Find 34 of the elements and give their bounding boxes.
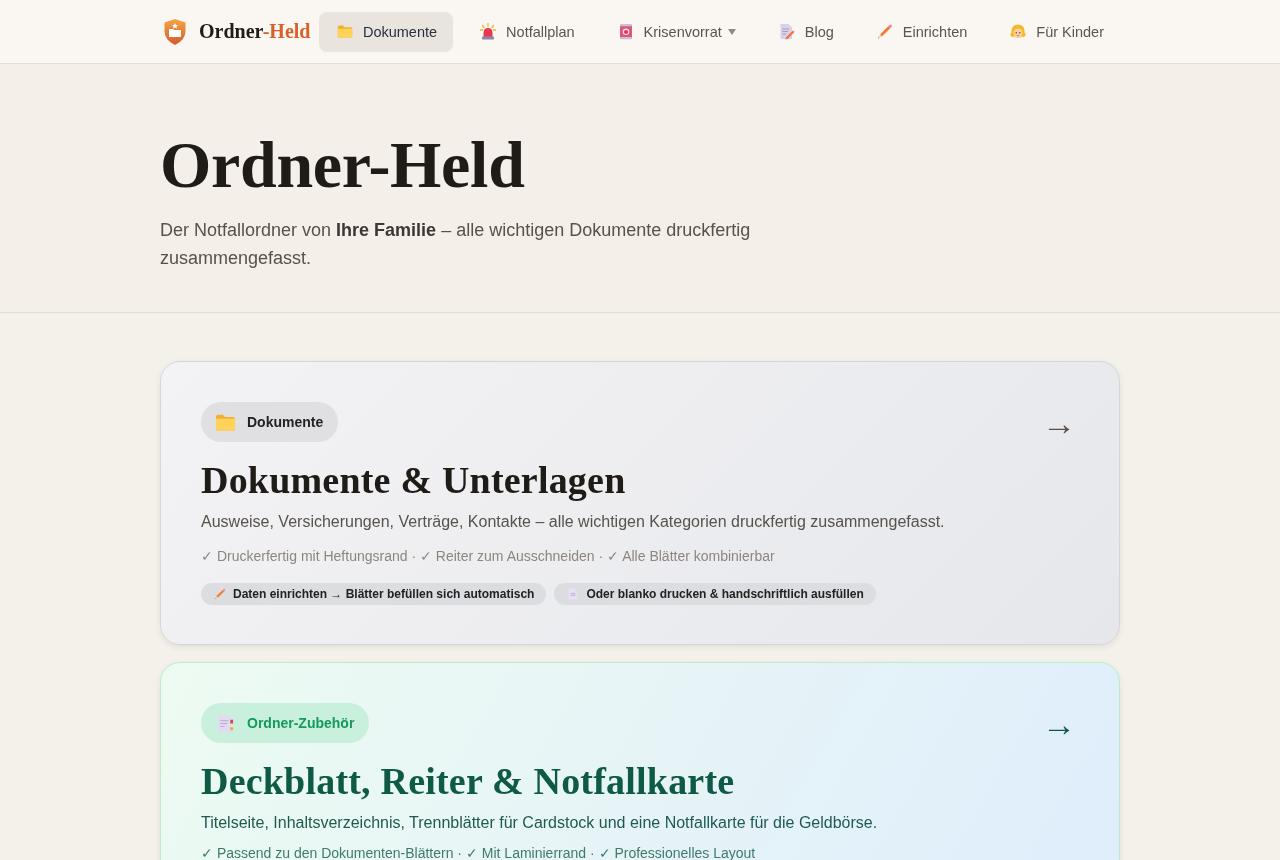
folder-icon <box>215 412 236 432</box>
page-title: Ordner-Held <box>160 130 526 200</box>
arrow-glyph: → <box>1042 707 1076 741</box>
arrow-glyph: → <box>1042 406 1076 440</box>
category-card[interactable] <box>160 361 1120 645</box>
page-icon <box>567 588 580 600</box>
folder-icon <box>336 23 353 40</box>
nav-link[interactable]: Einrichten <box>858 11 984 52</box>
nav-link[interactable]: Blog <box>760 11 850 52</box>
card-title: Dokumente & Unterlagen <box>201 458 627 503</box>
feature-list: ✓ Passend zu den Dokumenten-Blättern · ✓ Mit Laminierrand · ✓ Professionelles Layout <box>201 843 1076 860</box>
nav-link[interactable]: Dokumente <box>318 11 454 52</box>
nav-link[interactable]: Krisenvorrat <box>599 11 752 52</box>
can-icon <box>617 23 634 40</box>
card-description: Titelseite, Inhaltsverzeichnis, Trennblätter für Cardstock und eine Notfallkarte für die Geldbörse. <box>201 813 879 833</box>
category-label: Ordner-Zubehör <box>247 715 355 731</box>
tag-text: Oder blanko drucken & handschriftlich ausfüllen <box>586 587 864 601</box>
category-card[interactable] <box>160 662 1120 860</box>
feature-list: ✓ Druckerfertig mit Heftungsrand · ✓ Reiter zum Ausschneiden · ✓ Alle Blätter kombinierbar <box>201 546 1076 566</box>
page-with-tab-icon <box>215 713 236 733</box>
pencil-icon <box>214 588 226 600</box>
siren-icon <box>480 23 497 40</box>
category-label: Dokumente <box>247 414 324 430</box>
brand-name[interactable]: Ordner-Held <box>199 20 311 43</box>
shield-folder-icon[interactable] <box>163 17 187 46</box>
child-icon <box>1010 23 1027 40</box>
memo-icon <box>778 23 795 40</box>
nav-link[interactable]: Notfallplan <box>462 11 591 52</box>
nav-link[interactable]: Für Kinder <box>992 11 1120 52</box>
tag-text: Daten einrichten → Blätter befüllen sich automatisch <box>233 587 535 601</box>
page-subtitle: Der Notfallordner von Ihre Familie – alle wichtigen Dokumente druckfertig zusammengefasst. <box>160 219 752 270</box>
pencil-icon <box>876 23 893 40</box>
card-description: Ausweise, Versicherungen, Verträge, Kontakte – alle wichtigen Kategorien druckfertig zusammengefasst. <box>201 512 946 532</box>
card-title: Deckblatt, Reiter & Notfallkarte <box>201 759 736 804</box>
